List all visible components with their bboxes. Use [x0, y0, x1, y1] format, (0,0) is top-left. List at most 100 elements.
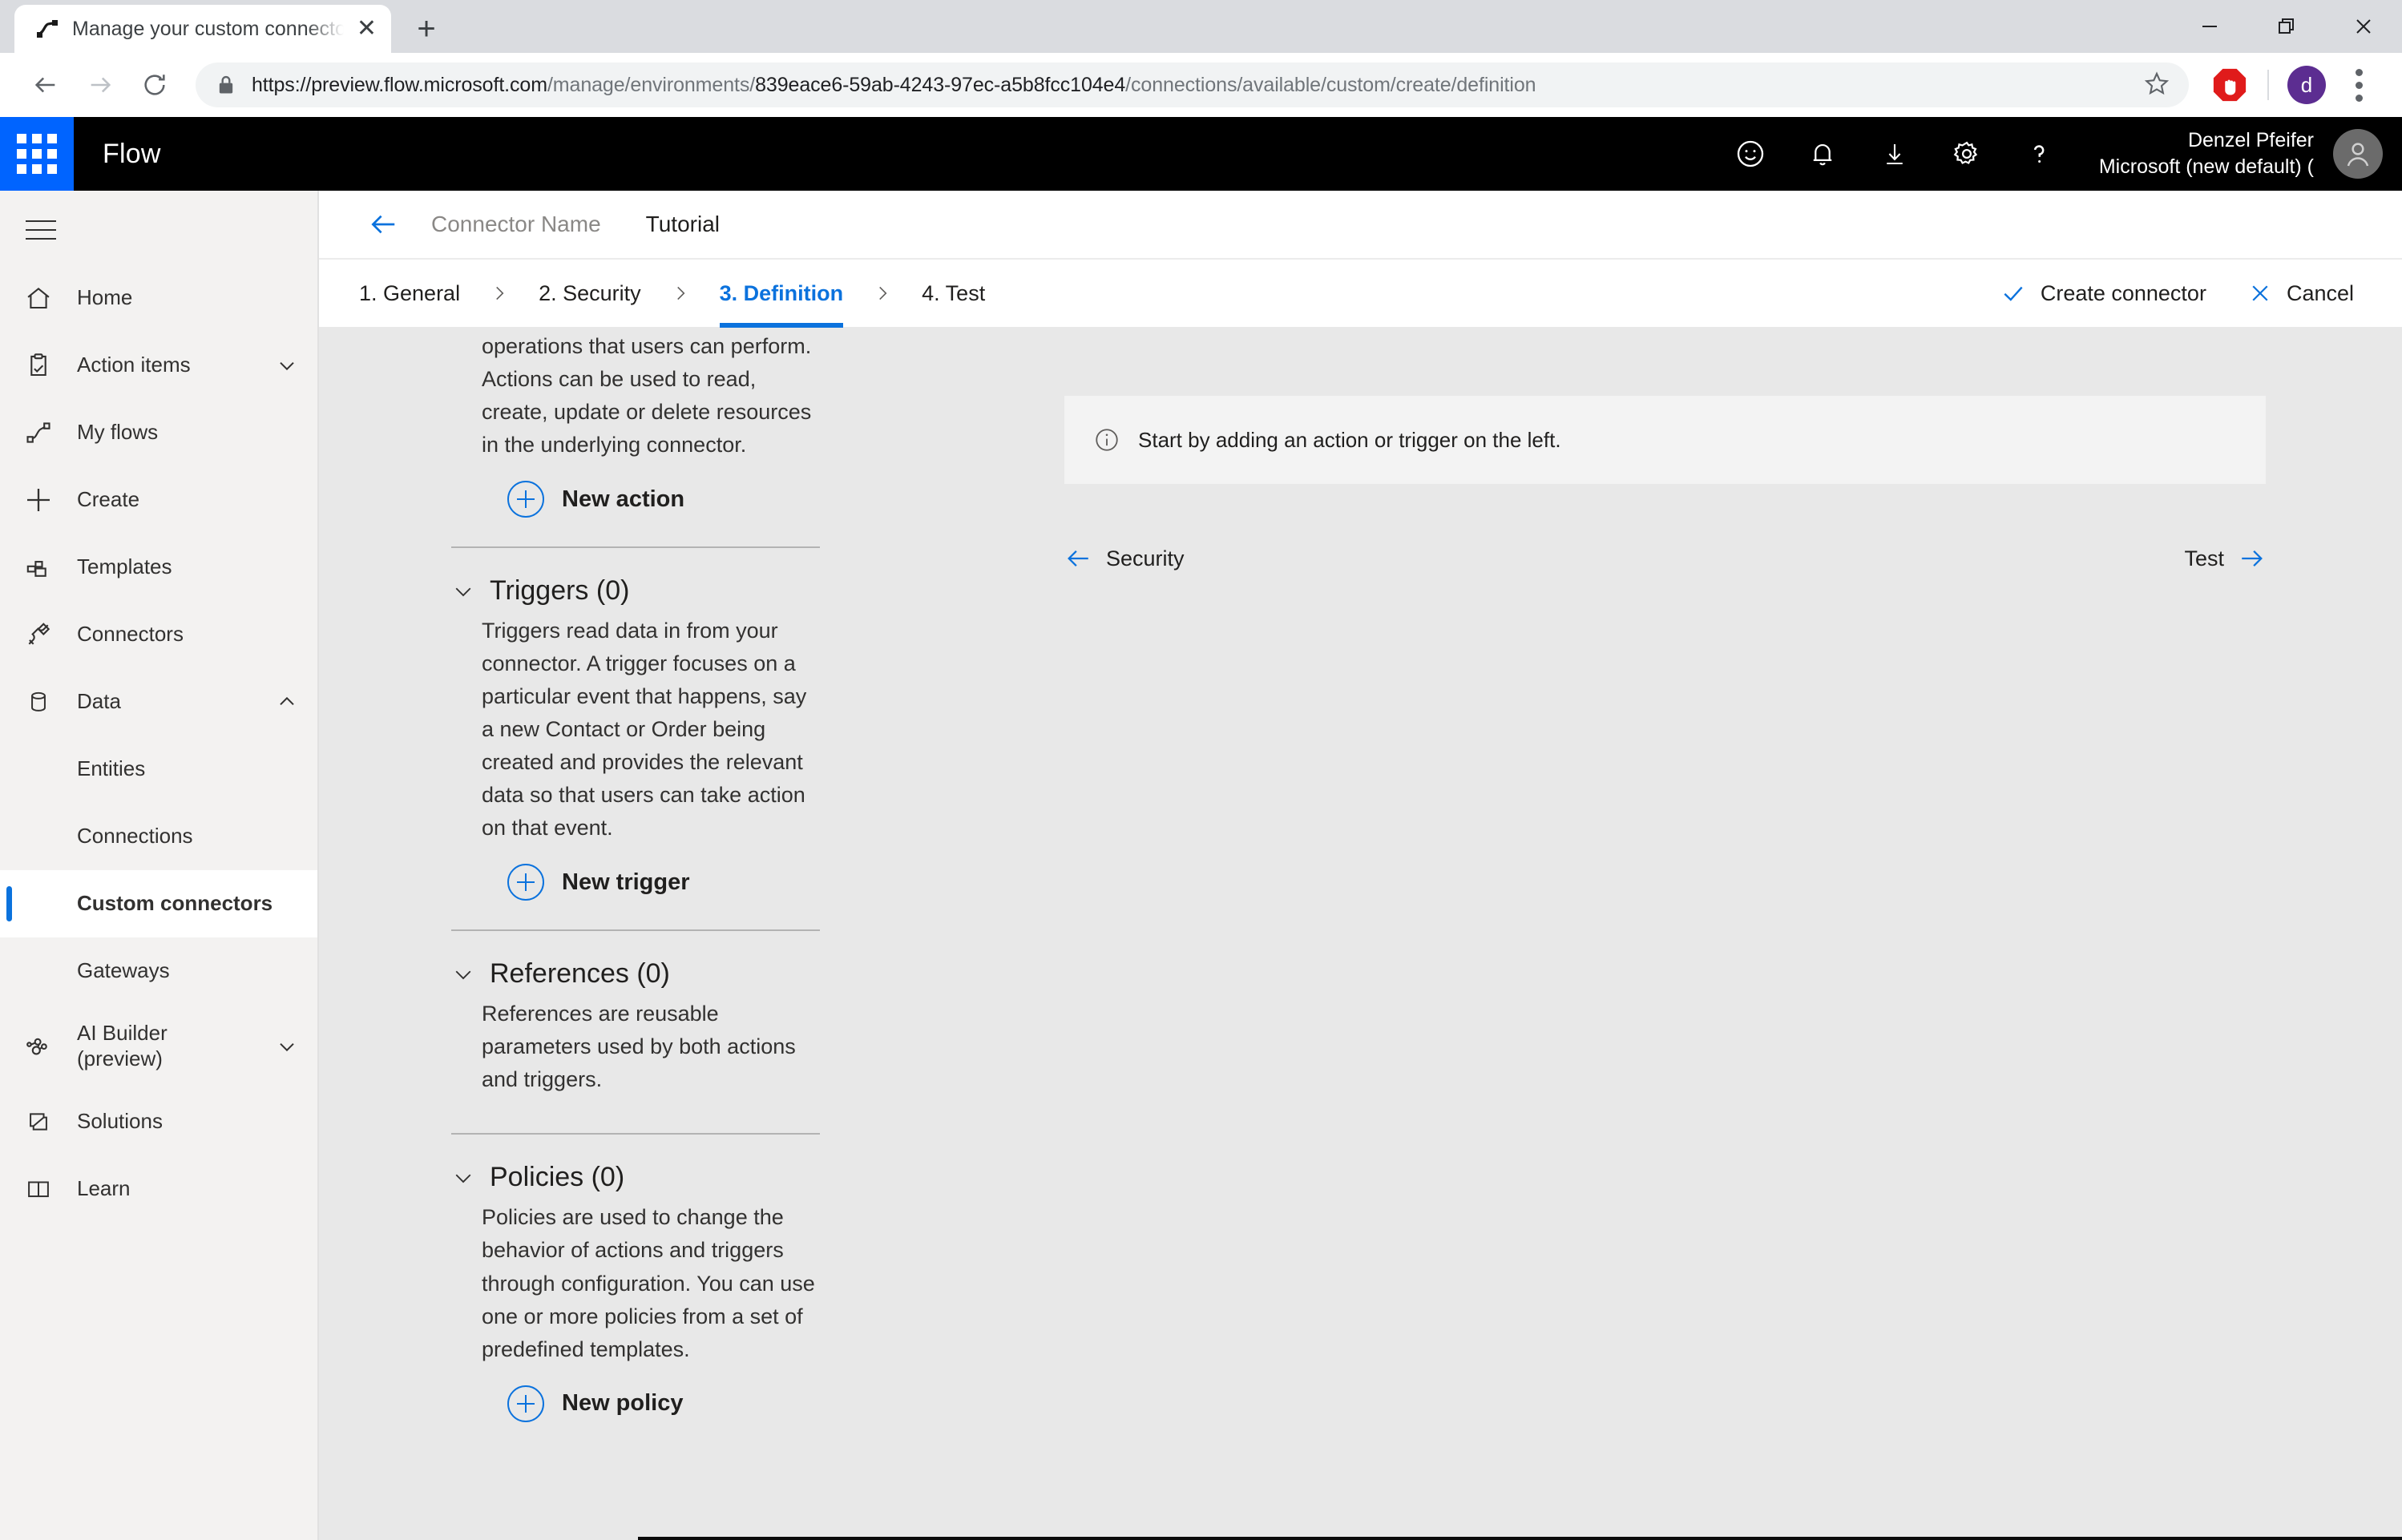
sidebar-item-label: Entities: [77, 756, 146, 781]
new-action-button[interactable]: New action: [507, 481, 820, 518]
suite-bar: Flow Denzel Pfeifer Microsoft (new defau…: [0, 117, 2402, 191]
sidebar-item-templates[interactable]: Templates: [0, 534, 317, 601]
sidebar-item-custom-connectors[interactable]: Custom connectors: [0, 870, 317, 937]
policies-section-header[interactable]: Policies (0): [451, 1162, 820, 1193]
sidebar-item-action-items[interactable]: Action items: [0, 332, 317, 399]
new-tab-button[interactable]: +: [402, 5, 450, 53]
sidebar-item-label: Connections: [77, 824, 193, 849]
new-policy-button[interactable]: New policy: [507, 1385, 820, 1422]
clipboard-check-icon: [0, 351, 77, 380]
sidebar-item-label: AI Builder (preview): [77, 1021, 168, 1070]
tab-title: Manage your custom connectors: [72, 17, 344, 40]
gear-icon[interactable]: [1931, 117, 2003, 191]
breadcrumb-connector-name[interactable]: Connector Name: [431, 212, 601, 237]
breadcrumb-current[interactable]: Tutorial: [646, 212, 720, 237]
sidebar-item-data[interactable]: Data: [0, 668, 317, 736]
sidebar-item-entities[interactable]: Entities: [0, 736, 317, 803]
chevron-right-icon: [654, 283, 707, 304]
close-icon[interactable]: ✕: [357, 17, 377, 41]
maximize-icon[interactable]: [2248, 0, 2325, 53]
reload-icon[interactable]: [130, 60, 180, 110]
sidebar-item-label: Create: [77, 487, 140, 512]
wizard-actions: Create connector Cancel: [1980, 269, 2402, 317]
definition-list: operations that users can perform. Actio…: [451, 327, 820, 1422]
definition-panel: operations that users can perform. Actio…: [319, 327, 952, 1540]
sidebar-item-my-flows[interactable]: My flows: [0, 399, 317, 466]
avatar[interactable]: d: [2282, 60, 2331, 110]
previous-step-link[interactable]: Security: [1064, 545, 1185, 572]
user-avatar-icon: [2333, 129, 2383, 179]
user-org: Microsoft (new default) (: [2098, 155, 2314, 178]
section-divider: [451, 546, 820, 549]
references-section-header[interactable]: References (0): [451, 958, 820, 990]
plus-circle-icon: [507, 864, 544, 901]
app-brand[interactable]: Flow: [103, 139, 161, 170]
chevron-down-icon[interactable]: [451, 1166, 475, 1190]
back-icon[interactable]: [21, 60, 71, 110]
breadcrumb: Connector Name Tutorial: [319, 191, 2402, 258]
next-step-label: Test: [2184, 546, 2224, 570]
next-step-link[interactable]: Test: [2184, 545, 2266, 572]
triggers-section-header[interactable]: Triggers (0): [451, 575, 820, 607]
sidebar-item-create[interactable]: Create: [0, 466, 317, 534]
toolbar-divider: [2267, 70, 2269, 100]
adblock-icon[interactable]: [2205, 60, 2255, 110]
kebab-menu-icon[interactable]: [2336, 68, 2381, 102]
tab-security[interactable]: 2. Security: [526, 259, 654, 328]
feedback-smiley-icon[interactable]: [1714, 117, 1786, 191]
close-icon[interactable]: [2325, 0, 2402, 53]
new-action-label: New action: [562, 486, 685, 512]
chevron-down-icon[interactable]: [451, 962, 475, 986]
tab-strip: Manage your custom connectors ✕ +: [0, 0, 2402, 53]
user-account[interactable]: Denzel Pfeifer Microsoft (new default) (: [2075, 127, 2402, 180]
chevron-down-icon[interactable]: [274, 1034, 300, 1059]
cancel-button[interactable]: Cancel: [2227, 269, 2375, 317]
new-policy-label: New policy: [562, 1390, 684, 1417]
suite-bar-actions: Denzel Pfeifer Microsoft (new default) (: [1714, 117, 2402, 191]
wizard-steps: 1. General 2. Security 3. Definition 4. …: [319, 258, 2402, 328]
hamburger-menu-icon[interactable]: [3, 196, 79, 264]
policies-title: Policies (0): [490, 1162, 625, 1193]
sidebar-item-ai-builder[interactable]: AI Builder (preview): [0, 1005, 317, 1088]
browser-tab[interactable]: Manage your custom connectors ✕: [14, 5, 391, 53]
chevron-up-icon[interactable]: [274, 689, 300, 715]
address-bar[interactable]: https://preview.flow.microsoft.com/manag…: [196, 62, 2189, 107]
chevron-down-icon[interactable]: [451, 579, 475, 603]
url-text: https://preview.flow.microsoft.com/manag…: [252, 73, 1536, 96]
create-connector-label: Create connector: [2040, 280, 2206, 305]
plug-icon: [0, 620, 77, 649]
database-icon: [0, 688, 77, 716]
back-arrow-icon[interactable]: [346, 191, 420, 258]
info-text: Start by adding an action or trigger on …: [1138, 427, 1561, 452]
solutions-icon: [0, 1108, 77, 1135]
plus-circle-icon: [507, 1385, 544, 1422]
section-divider: [451, 929, 820, 932]
sidebar-item-connections[interactable]: Connections: [0, 803, 317, 870]
sidebar-item-connectors[interactable]: Connectors: [0, 601, 317, 668]
checkmark-icon: [2000, 280, 2026, 306]
sidebar-item-solutions[interactable]: Solutions: [0, 1088, 317, 1155]
notification-bell-icon[interactable]: [1786, 117, 1859, 191]
tab-definition[interactable]: 3. Definition: [707, 259, 857, 328]
sidebar-item-learn[interactable]: Learn: [0, 1155, 317, 1223]
create-connector-button[interactable]: Create connector: [1980, 269, 2227, 317]
app-launcher-icon[interactable]: [0, 117, 74, 191]
sidebar-item-label: Learn: [77, 1176, 131, 1201]
sidebar-item-home[interactable]: Home: [0, 264, 317, 332]
forward-icon[interactable]: [75, 60, 125, 110]
plus-circle-icon: [507, 481, 544, 518]
section-divider: [451, 1133, 820, 1135]
chevron-down-icon[interactable]: [274, 353, 300, 378]
help-icon[interactable]: [2003, 117, 2075, 191]
actions-description: operations that users can perform. Actio…: [482, 334, 812, 458]
new-trigger-button[interactable]: New trigger: [507, 864, 820, 901]
definition-content: operations that users can perform. Actio…: [319, 327, 2402, 1540]
tab-general[interactable]: 1. General: [346, 259, 473, 328]
download-icon[interactable]: [1859, 117, 1931, 191]
tab-test[interactable]: 4. Test: [909, 259, 998, 328]
bookmark-star-icon[interactable]: [2144, 71, 2170, 100]
triggers-description: Triggers read data in from your connecto…: [482, 619, 807, 841]
profile-initial: d: [2287, 66, 2326, 104]
minimize-icon[interactable]: [2171, 0, 2248, 53]
sidebar-item-gateways[interactable]: Gateways: [0, 937, 317, 1005]
